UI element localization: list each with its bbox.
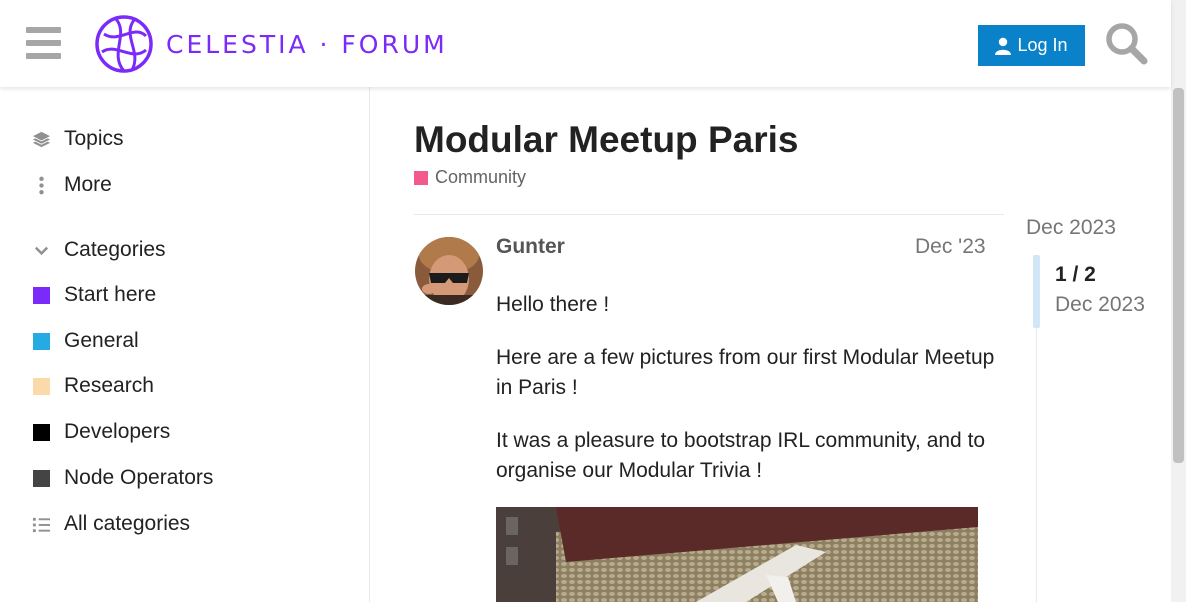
avatar[interactable] [415,237,483,305]
category-label: Community [435,167,527,187]
category-color-swatch [33,332,50,350]
sidebar-item-developers[interactable]: Developers [32,417,170,447]
sidebar-item-research[interactable]: Research [32,371,154,401]
sidebar-item-general[interactable]: General [32,326,139,356]
chevron-down-icon [32,241,51,260]
site-logo[interactable]: CELESTIA · FORUM [94,14,448,74]
topic-title[interactable]: Modular Meetup Paris [414,119,798,161]
login-label: Log In [1017,35,1068,55]
user-icon [995,37,1012,55]
post-image[interactable] [496,507,978,602]
vertical-ellipsis-icon [32,176,51,195]
post-date[interactable]: Dec '23 [915,235,986,259]
timeline-start-date[interactable]: Dec 2023 [1026,216,1116,240]
sidebar-item-topics[interactable]: Topics [32,124,124,154]
sidebar-item-label: Node Operators [64,466,214,489]
sidebar-section-categories[interactable]: Categories [32,235,166,265]
category-color-swatch [414,170,428,185]
login-button[interactable]: Log In [978,25,1085,66]
sidebar-item-start-here[interactable]: Start here [32,280,156,310]
layers-icon [32,130,51,149]
sidebar-item-label: General [64,329,139,352]
post-paragraph: Here are a few pictures from our first M… [496,346,995,399]
sidebar-item-label: Developers [64,420,171,443]
sidebar-item-all-categories[interactable]: All categories [32,509,190,539]
topic-category-badge[interactable]: Community [414,167,526,188]
hamburger-menu-icon[interactable] [26,27,61,59]
page-scrollbar[interactable] [1171,0,1186,602]
sidebar-item-label: Research [64,374,154,397]
timeline-current-date: Dec 2023 [1055,293,1145,316]
sidebar-item-node-operators[interactable]: Node Operators [32,463,213,493]
sidebar-item-label: All categories [64,512,191,535]
sidebar-item-label: Start here [64,283,157,306]
sidebar-item-label: More [64,173,112,196]
category-color-swatch [33,423,50,441]
celestia-logo-icon [95,15,153,73]
brand-text: CELESTIA · FORUM [166,29,448,59]
category-color-swatch [33,377,50,395]
timeline-position: 1 / 2 [1055,263,1096,286]
sidebar-item-label: Topics [64,127,124,150]
category-color-swatch [33,469,50,487]
post-paragraph: It was a pleasure to bootstrap IRL commu… [496,429,986,482]
search-icon[interactable] [1104,21,1148,65]
post-paragraph: Hello there ! [496,293,610,316]
category-color-swatch [33,286,50,304]
sidebar-section-label: Categories [64,238,166,261]
divider [414,214,1004,215]
site-header: CELESTIA · FORUM Log In [0,0,1171,87]
scrollbar-thumb[interactable] [1173,88,1184,463]
timeline-scroll-handle[interactable] [1033,255,1040,328]
list-icon [32,515,51,534]
post-author[interactable]: Gunter [496,235,565,259]
post-body: Hello there ! Here are a few pictures fr… [496,290,996,509]
sidebar-item-more[interactable]: More [32,170,112,200]
